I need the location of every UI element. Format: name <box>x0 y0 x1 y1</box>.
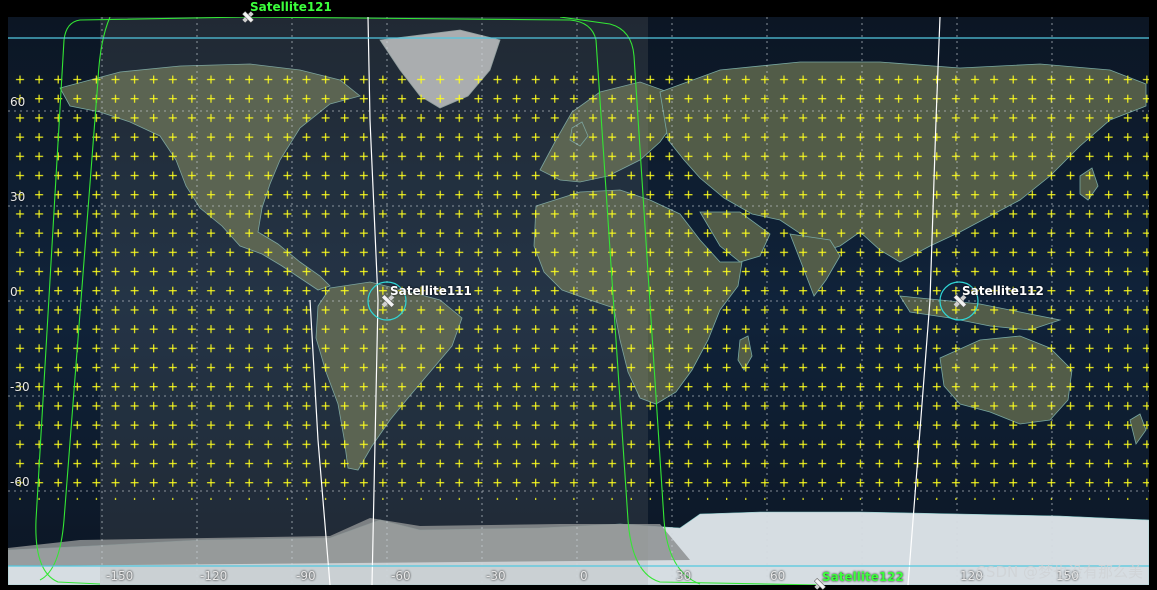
lat-tick-label: 0 <box>10 285 18 299</box>
satellite-label[interactable]: Satellite122 <box>822 570 904 584</box>
lon-tick-label: 60 <box>770 569 786 583</box>
lat-tick-label: -60 <box>10 475 30 489</box>
satellite-label[interactable]: Satellite121 <box>250 0 332 14</box>
lon-tick-label: -30 <box>486 569 506 583</box>
lon-tick-label: 0 <box>580 569 588 583</box>
lat-tick-label: -30 <box>10 380 30 394</box>
lon-tick-label: 30 <box>676 569 692 583</box>
lon-tick-label: -120 <box>200 569 228 583</box>
satellite-label[interactable]: Satellite112 <box>962 284 1044 298</box>
satellite-label[interactable]: Satellite111 <box>390 284 472 298</box>
lat-tick-label: 30 <box>10 190 26 204</box>
lat-tick-label: 60 <box>10 95 26 109</box>
watermark: CSDN @梦也没有那么美 <box>975 563 1143 581</box>
lon-tick-label: -90 <box>296 569 316 583</box>
lon-tick-label: -60 <box>391 569 411 583</box>
satellite-map-view[interactable]: Satellite121 Satellite111 Satellite112 S… <box>0 0 1157 590</box>
lon-tick-label: -150 <box>106 569 134 583</box>
